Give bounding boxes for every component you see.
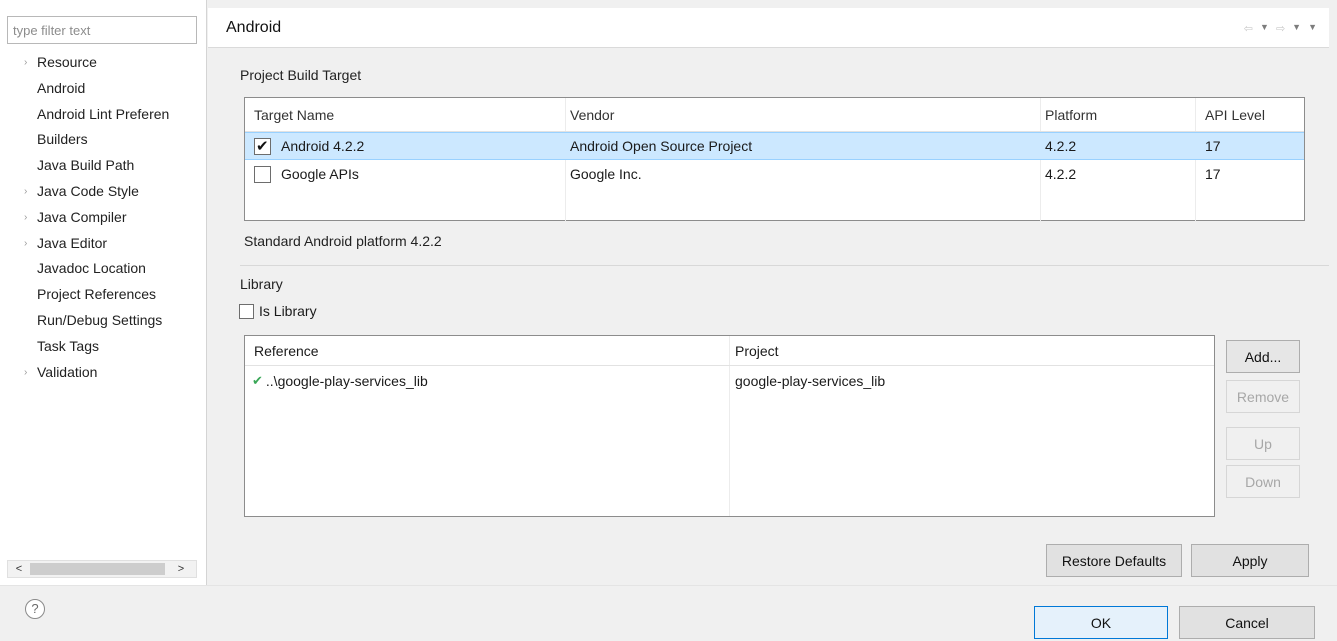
target-name: Android 4.2.2 (281, 138, 365, 154)
sidebar-item-label: Android (37, 79, 86, 96)
sidebar-item-label: Validation (37, 363, 98, 380)
target-checkbox[interactable] (254, 165, 271, 183)
column-header-platform[interactable]: Platform (1045, 98, 1097, 131)
sidebar-item-project-references[interactable]: Project References (0, 282, 207, 308)
sidebar-item-javadoc-location[interactable]: Javadoc Location (0, 256, 207, 282)
cancel-button[interactable]: Cancel (1179, 606, 1315, 639)
target-name-cell: Android 4.2.2 (254, 133, 364, 159)
apply-button[interactable]: Apply (1191, 544, 1309, 577)
sidebar-item-label: Run/Debug Settings (37, 311, 163, 328)
ok-button[interactable]: OK (1034, 606, 1168, 639)
page-title: Android (226, 19, 282, 36)
table-header: Reference Project (245, 336, 1214, 366)
platform-cell: 4.2.2 (1045, 138, 1077, 154)
view-menu-icon[interactable]: ▼ (1308, 22, 1317, 35)
preferences-tree: › Resource Android Android Lint Preferen… (0, 50, 207, 385)
sidebar-item-label: Resource (37, 54, 97, 70)
sidebar-item-android[interactable]: Android (0, 76, 207, 102)
build-target-table: Target Name Vendor Platform API Level An… (244, 97, 1305, 222)
dropdown-icon[interactable]: ▼ (1292, 22, 1301, 35)
sidebar-item-label: Java Build Path (37, 157, 135, 174)
expand-arrow-icon[interactable]: › (24, 179, 27, 205)
navigation-toolbar: ⇦ ▼ ⇨ ▼ ▼ (1244, 22, 1317, 35)
section-separator (240, 265, 1329, 266)
target-name-cell: Google APIs (254, 160, 359, 188)
sidebar-item-label: Javadoc Location (37, 260, 146, 277)
column-header-target-name[interactable]: Target Name (254, 98, 334, 131)
sidebar-item-label: Project References (37, 286, 157, 303)
restore-defaults-button[interactable]: Restore Defaults (1046, 544, 1182, 577)
preferences-tree-panel: › Resource Android Android Lint Preferen… (0, 0, 207, 585)
vendor-cell: Android Open Source Project (570, 138, 753, 154)
sidebar-item-label: Java Compiler (37, 208, 127, 225)
sidebar-item-android-lint-preferences[interactable]: Android Lint Preferen (0, 102, 207, 128)
expand-arrow-icon[interactable]: › (24, 205, 27, 231)
is-library-option[interactable]: Is Library (239, 303, 317, 319)
vendor-cell: Google Inc. (570, 166, 642, 182)
sidebar-item-label: Task Tags (37, 337, 99, 354)
table-row[interactable]: Android 4.2.2 Android Open Source Projec… (245, 132, 1304, 160)
forward-arrow-icon[interactable]: ⇨ (1276, 22, 1285, 35)
api-level-cell: 17 (1205, 166, 1221, 182)
expand-arrow-icon[interactable]: › (24, 360, 27, 386)
sidebar-item-resource[interactable]: › Resource (0, 50, 207, 76)
property-page: Android ⇦ ▼ ⇨ ▼ ▼ Project Build Target T… (208, 0, 1337, 585)
scroll-right-icon[interactable]: > (172, 561, 190, 577)
sidebar-item-java-editor[interactable]: › Java Editor (0, 231, 207, 257)
sidebar-item-validation[interactable]: › Validation (0, 360, 207, 386)
table-header: Target Name Vendor Platform API Level (245, 98, 1304, 132)
sidebar-item-java-code-style[interactable]: › Java Code Style (0, 179, 207, 205)
move-up-button[interactable]: Up (1226, 427, 1300, 460)
page-header: Android ⇦ ▼ ⇨ ▼ ▼ (208, 8, 1329, 48)
is-library-label: Is Library (259, 303, 317, 319)
help-icon[interactable]: ? (25, 599, 45, 619)
reference-path: ..\google-play-services_lib (265, 373, 428, 389)
reference-cell: ✔ ..\google-play-services_lib (252, 366, 428, 396)
sidebar-item-java-build-path[interactable]: Java Build Path (0, 153, 207, 179)
add-library-button[interactable]: Add... (1226, 340, 1300, 373)
api-level-cell: 17 (1205, 138, 1221, 154)
dialog-footer: ? OK Cancel (0, 585, 1337, 641)
sidebar-item-label: Java Editor (37, 234, 108, 251)
library-group-label: Library (240, 276, 283, 292)
dropdown-icon[interactable]: ▼ (1260, 22, 1269, 35)
column-header-project[interactable]: Project (735, 336, 779, 365)
expand-arrow-icon[interactable]: › (24, 231, 27, 257)
sidebar-item-label: Android Lint Preferen (37, 105, 170, 122)
library-reference-table: Reference Project ✔ ..\google-play-servi… (244, 335, 1215, 517)
scroll-left-icon[interactable]: < (10, 561, 28, 577)
filter-input[interactable] (7, 16, 197, 44)
back-arrow-icon[interactable]: ⇦ (1244, 22, 1253, 35)
build-target-group-label: Project Build Target (240, 67, 362, 83)
table-row[interactable]: Google APIs Google Inc. 4.2.2 17 (245, 160, 1304, 188)
scrollbar-thumb[interactable] (30, 563, 165, 575)
column-header-vendor[interactable]: Vendor (570, 98, 614, 131)
sidebar-item-run-debug-settings[interactable]: Run/Debug Settings (0, 308, 207, 334)
project-cell: google-play-services_lib (735, 373, 886, 389)
remove-library-button[interactable]: Remove (1226, 380, 1300, 413)
horizontal-scrollbar[interactable]: < > (7, 560, 197, 578)
green-check-icon: ✔ (252, 373, 263, 388)
platform-cell: 4.2.2 (1045, 166, 1077, 182)
move-down-button[interactable]: Down (1226, 465, 1300, 498)
is-library-checkbox[interactable] (239, 303, 254, 319)
expand-arrow-icon[interactable]: › (24, 50, 27, 76)
sidebar-item-builders[interactable]: Builders (0, 127, 207, 153)
column-header-reference[interactable]: Reference (254, 336, 319, 365)
sidebar-item-label: Java Code Style (37, 182, 139, 199)
sidebar-item-label: Builders (37, 131, 88, 148)
sidebar-item-task-tags[interactable]: Task Tags (0, 334, 207, 360)
target-checkbox[interactable] (254, 137, 271, 155)
target-name: Google APIs (281, 166, 359, 182)
table-row[interactable]: ✔ ..\google-play-services_lib google-pla… (245, 366, 1214, 396)
sidebar-item-java-compiler[interactable]: › Java Compiler (0, 205, 207, 231)
column-header-api-level[interactable]: API Level (1205, 98, 1265, 131)
platform-description: Standard Android platform 4.2.2 (244, 233, 442, 249)
